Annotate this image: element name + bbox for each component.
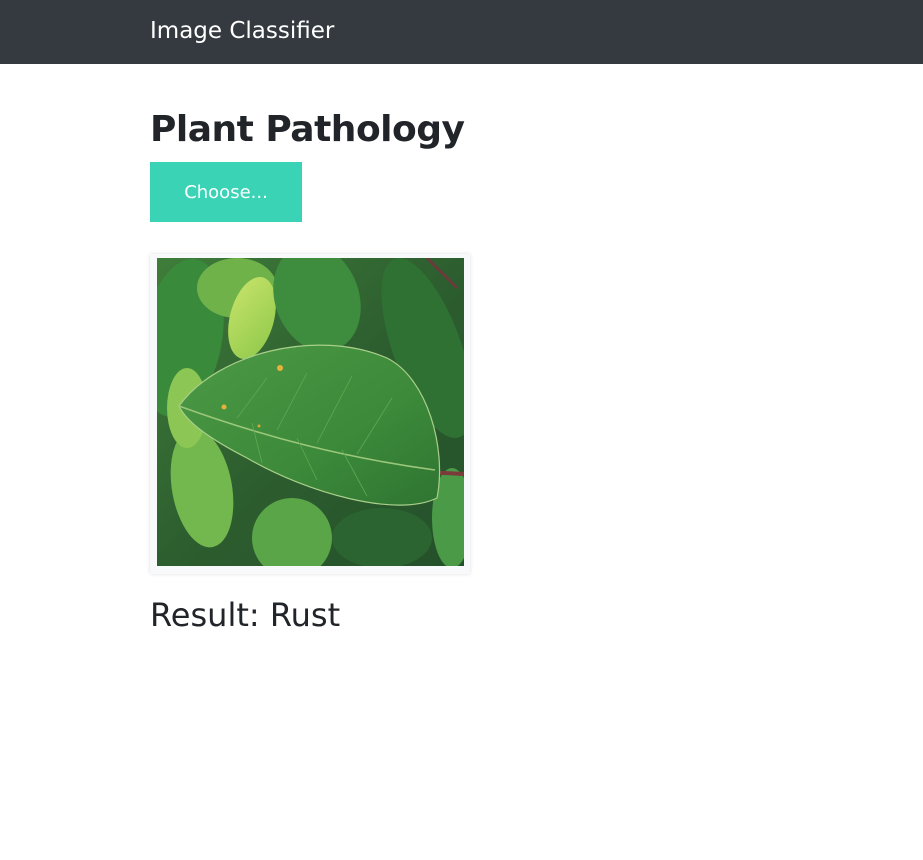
page-title: Plant Pathology: [150, 109, 465, 150]
choose-file-button-label: Choose...: [184, 181, 268, 203]
uploaded-leaf-image: [157, 258, 464, 566]
uploaded-image-frame: [150, 254, 470, 574]
result-heading: Result: Rust: [150, 594, 340, 636]
choose-file-button[interactable]: Choose...: [150, 162, 302, 222]
result-value: Rust: [269, 596, 341, 634]
navbar-brand[interactable]: Image Classifier: [150, 16, 334, 46]
navbar: Image Classifier: [0, 0, 923, 64]
result-label: Result:: [150, 596, 260, 634]
